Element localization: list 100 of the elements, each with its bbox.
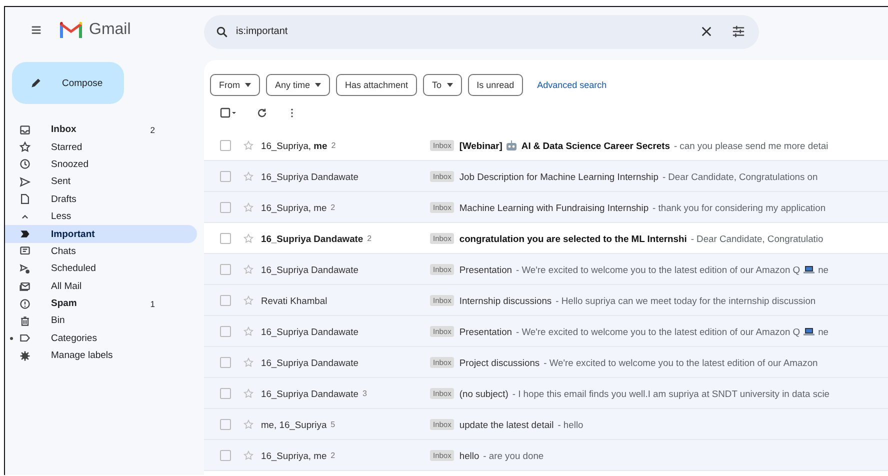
email-subject: Job Description for Machine Learning Internship bbox=[459, 170, 658, 182]
menu-button[interactable]: ≡ bbox=[31, 20, 47, 38]
checkbox[interactable] bbox=[220, 264, 231, 274]
select-all-checkbox[interactable] bbox=[220, 107, 236, 119]
star-icon[interactable] bbox=[243, 170, 254, 182]
sidebar-item[interactable]: Inbox 2 bbox=[5, 121, 197, 138]
sidebar-item[interactable]: Starred bbox=[5, 138, 197, 156]
thread-count: 2 bbox=[367, 234, 372, 242]
sidebar-item[interactable]: Manage labels bbox=[5, 347, 197, 364]
sender-name: 16_Supriya Dandawate bbox=[261, 326, 358, 336]
search-icon[interactable] bbox=[216, 26, 228, 38]
filter-chip[interactable]: To bbox=[423, 74, 462, 96]
sidebar-item[interactable]: Spam 1 bbox=[5, 294, 197, 312]
logo-icon bbox=[59, 20, 83, 38]
label-icon bbox=[19, 332, 31, 344]
email-subject: Machine Learning with Fundraising Internship bbox=[459, 202, 649, 212]
sidebar-item[interactable]: Drafts bbox=[5, 190, 197, 208]
email-snippet: - We're excited to welcome you to the latest edition of our Amazon bbox=[544, 356, 818, 368]
checkbox[interactable] bbox=[220, 140, 231, 150]
sender-name: 16_Supriya Dandawate bbox=[261, 356, 358, 368]
email-snippet: - thank you for considering my application bbox=[652, 202, 826, 212]
pencil-icon bbox=[30, 77, 42, 89]
robot-icon bbox=[505, 140, 518, 150]
filter-chip[interactable]: Has attachment bbox=[336, 74, 418, 96]
sender-name: 16_Supriya, me bbox=[261, 450, 327, 460]
email-snippet: ne bbox=[818, 264, 828, 274]
send-icon bbox=[19, 176, 31, 188]
search-input[interactable]: is:important bbox=[236, 26, 701, 37]
sidebar-item[interactable]: Bin bbox=[5, 312, 197, 330]
compose-button[interactable]: Compose bbox=[12, 62, 124, 104]
thread-count: 3 bbox=[362, 388, 367, 398]
search-bar[interactable]: is:important bbox=[204, 14, 759, 48]
email-subject: Project discussions bbox=[459, 356, 540, 368]
filter-chip[interactable]: Is unread bbox=[468, 74, 524, 96]
laptop-icon bbox=[803, 264, 816, 274]
email-snippet: - I hope this email finds you well.I am supriya at SNDT university in data scie bbox=[512, 388, 830, 398]
sender-name: 16_Supriya, me bbox=[261, 140, 328, 150]
star-icon[interactable] bbox=[243, 294, 254, 306]
thread-count: 2 bbox=[331, 140, 336, 150]
warning-icon bbox=[19, 298, 31, 310]
checkbox[interactable] bbox=[220, 170, 231, 182]
scheduled-icon bbox=[19, 262, 31, 275]
caret-icon bbox=[446, 83, 453, 87]
checkbox[interactable] bbox=[220, 294, 231, 306]
thread-count: 2 bbox=[330, 202, 336, 212]
unread-count: 1 bbox=[150, 298, 155, 309]
checkbox[interactable] bbox=[220, 418, 231, 430]
star-icon[interactable] bbox=[243, 232, 254, 244]
email-subject: AI & Data Science Career Secrets bbox=[521, 140, 670, 150]
sidebar-item[interactable]: Chats bbox=[5, 242, 197, 260]
checkbox[interactable] bbox=[220, 356, 231, 368]
sender-name: 16_Supriya Dandawate bbox=[261, 232, 364, 244]
sidebar-item[interactable]: Categories bbox=[5, 330, 197, 348]
star-icon[interactable] bbox=[243, 418, 254, 430]
email-subject: Presentation bbox=[459, 264, 512, 274]
thread-count: 5 bbox=[330, 420, 336, 428]
document-icon bbox=[19, 193, 31, 206]
refresh-icon[interactable] bbox=[256, 107, 268, 119]
caret-icon bbox=[245, 83, 251, 87]
sidebar-item[interactable]: Scheduled bbox=[5, 260, 197, 278]
star-icon[interactable] bbox=[243, 388, 254, 398]
filter-options-icon[interactable] bbox=[732, 25, 745, 38]
checkbox[interactable] bbox=[220, 388, 231, 398]
email-snippet: - hello bbox=[558, 418, 584, 430]
star-icon[interactable] bbox=[243, 140, 254, 150]
star-icon[interactable] bbox=[243, 326, 254, 336]
email-subject: (no subject) bbox=[459, 388, 508, 398]
star-icon[interactable] bbox=[243, 264, 254, 274]
sidebar-item[interactable]: Less bbox=[5, 208, 197, 226]
caret-icon bbox=[315, 83, 322, 87]
email-subject: congratulation you are selected to the ML Internshi bbox=[459, 232, 687, 244]
advanced-search-link[interactable]: Advanced search bbox=[537, 80, 607, 90]
filter-chip[interactable]: From bbox=[210, 74, 260, 96]
thread-count: 2 bbox=[330, 450, 336, 460]
email-snippet: - Hello supriya can we meet today for the internship discussion bbox=[556, 294, 816, 306]
close-icon[interactable] bbox=[701, 26, 712, 37]
email-snippet: - can you please send me more detai bbox=[674, 140, 828, 150]
checkbox[interactable] bbox=[220, 232, 231, 244]
unread-count: 2 bbox=[150, 124, 155, 135]
checkbox[interactable] bbox=[220, 202, 231, 212]
sidebar-item[interactable]: All Mail bbox=[5, 278, 197, 295]
sidebar-item[interactable]: Snoozed bbox=[5, 156, 197, 174]
sender-name: Revati Khambal bbox=[261, 294, 328, 306]
email-snippet: - We're excited to welcome you to the latest edition of our Amazon Q bbox=[516, 326, 800, 336]
checkbox[interactable] bbox=[220, 450, 231, 460]
star-icon[interactable] bbox=[243, 356, 254, 368]
star-icon[interactable] bbox=[243, 450, 254, 460]
sender-name: me, 16_Supriya bbox=[261, 418, 327, 430]
clock-icon bbox=[19, 158, 31, 170]
email-subject: hello bbox=[459, 450, 480, 460]
sender-name: 16_Supriya, me bbox=[261, 202, 327, 212]
important-icon bbox=[19, 228, 31, 240]
filter-chip[interactable]: Any time bbox=[266, 74, 330, 96]
sidebar-item[interactable]: Important bbox=[5, 225, 197, 243]
bin-icon bbox=[19, 314, 31, 327]
sender-name: 16_Supriya Dandawate bbox=[261, 170, 358, 182]
inbox-icon bbox=[19, 124, 31, 136]
star-icon[interactable] bbox=[243, 202, 254, 212]
checkbox[interactable] bbox=[220, 326, 231, 336]
sidebar-item[interactable]: Sent bbox=[5, 173, 197, 191]
